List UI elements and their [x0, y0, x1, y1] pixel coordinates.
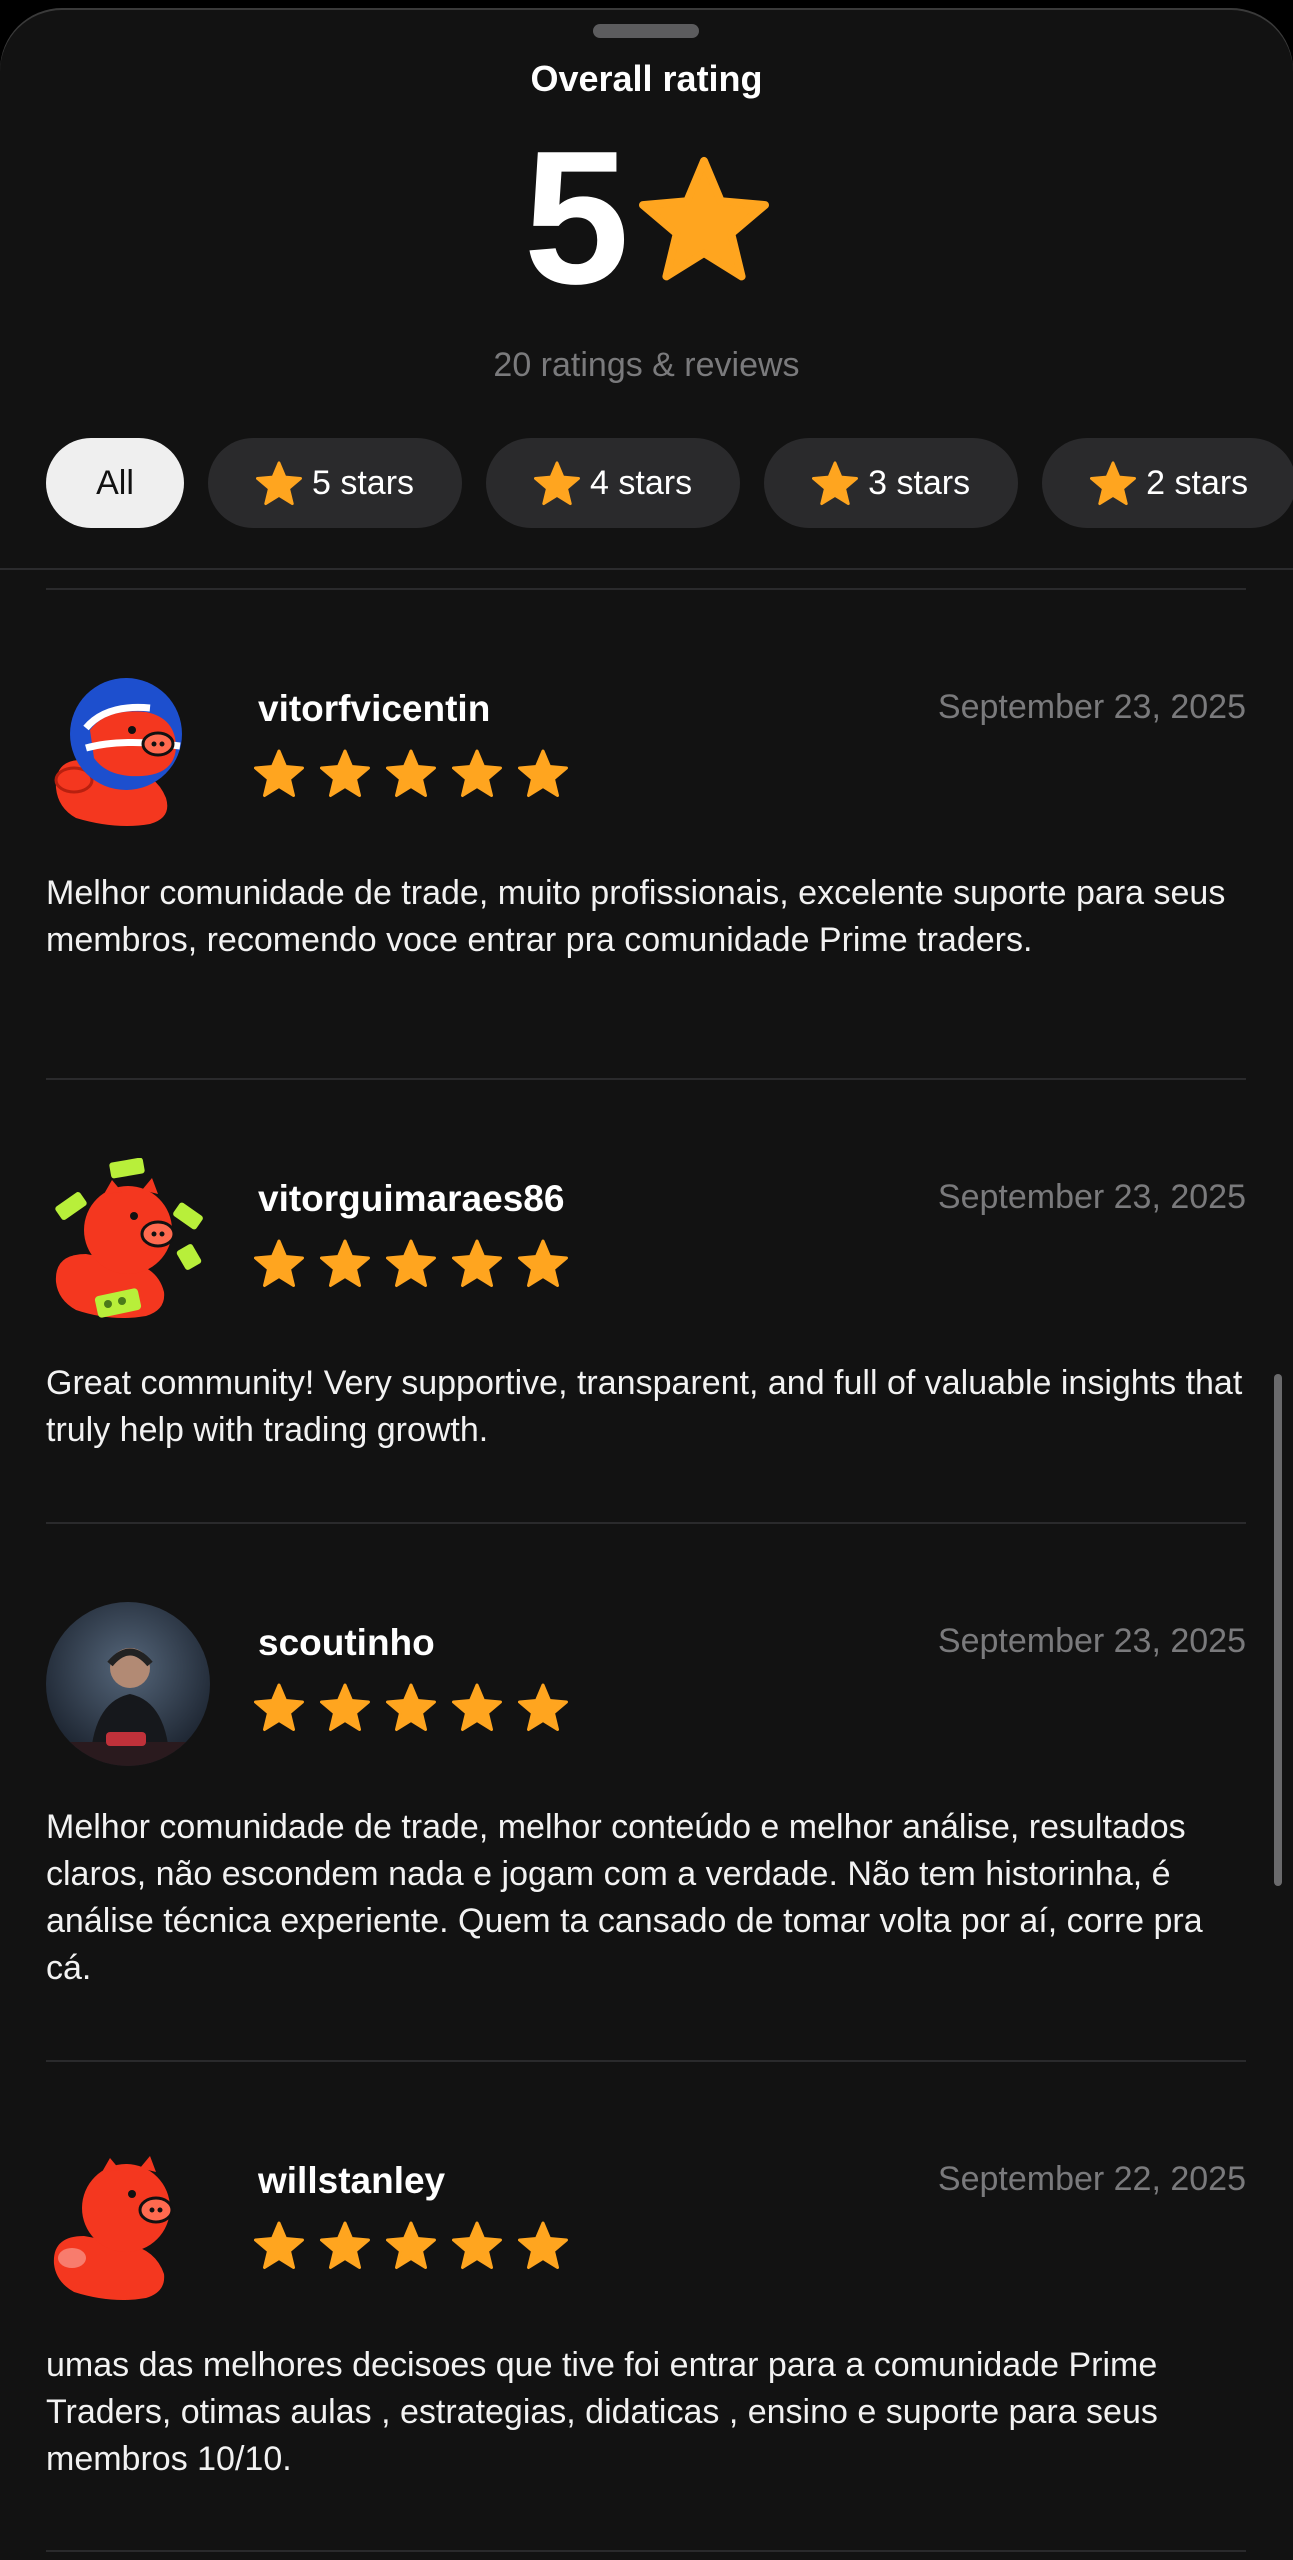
- star-icon: [452, 749, 502, 797]
- star-icon: [518, 2221, 568, 2269]
- review-divider: [46, 588, 1246, 590]
- filter-chip-label: 2 stars: [1146, 463, 1249, 502]
- review-text: Melhor comunidade de trade, muito profis…: [46, 874, 1226, 959]
- filter-chip-2-stars[interactable]: 2 stars: [1042, 438, 1293, 528]
- star-icon: [639, 153, 769, 283]
- star-icon: [320, 1239, 370, 1287]
- star-icon: [320, 1683, 370, 1731]
- filter-chip-label: 4 stars: [590, 463, 693, 502]
- star-icon: [452, 2221, 502, 2269]
- star-icon: [320, 749, 370, 797]
- star-icon: [254, 1683, 304, 1731]
- review-username: scoutinho: [258, 1622, 435, 1663]
- filter-chip-label: 3 stars: [868, 463, 971, 502]
- star-icon: [534, 461, 581, 506]
- review-item: vitorfvicentin September 23, 2025 Melhor…: [46, 668, 1246, 1008]
- star-icon: [320, 2221, 370, 2269]
- star-icon: [254, 2221, 304, 2269]
- filter-chip-4-stars[interactable]: 4 stars: [486, 438, 741, 528]
- review-star-rating: [254, 748, 568, 798]
- review-username: willstanley: [258, 2160, 446, 2201]
- sheet-grabber-handle[interactable]: [593, 24, 699, 38]
- ratings-sheet: Overall rating 5 20 ratings & reviews Al…: [0, 8, 1293, 2560]
- star-icon: [254, 749, 304, 797]
- review-divider: [46, 2550, 1246, 2552]
- star-icon: [518, 1239, 568, 1287]
- money-pig-avatar-icon: [55, 1158, 203, 1318]
- review-divider: [46, 2060, 1246, 2062]
- filter-chip-5-stars[interactable]: 5 stars: [208, 438, 463, 528]
- star-icon: [386, 1239, 436, 1287]
- star-icon: [1090, 461, 1137, 506]
- rating-filter-chips: All 5 stars 4 stars 3 stars 2 stars: [46, 438, 1293, 528]
- star-icon: [386, 749, 436, 797]
- overall-rating-display: 5: [0, 112, 1293, 324]
- review-item: vitorguimaraes86 September 23, 2025 Grea…: [46, 1158, 1246, 1458]
- ratings-count-text: 20 ratings & reviews: [493, 346, 800, 384]
- review-text: umas das melhores decisoes que tive foi …: [46, 2346, 1158, 2478]
- review-username: vitorfvicentin: [258, 688, 491, 729]
- star-icon: [386, 2221, 436, 2269]
- review-date: September 22, 2025: [937, 2160, 1246, 2198]
- review-item: scoutinho September 23, 2025 Melhor comu…: [46, 1602, 1246, 2002]
- star-icon: [518, 1683, 568, 1731]
- review-date: September 23, 2025: [937, 1178, 1246, 1216]
- star-icon: [386, 1683, 436, 1731]
- filter-chip-label: All: [96, 463, 134, 502]
- review-divider: [46, 1522, 1246, 1524]
- filter-chip-3-stars[interactable]: 3 stars: [764, 438, 1019, 528]
- star-icon: [452, 1239, 502, 1287]
- star-icon: [256, 461, 302, 506]
- overall-rating-value: 5: [523, 112, 630, 324]
- review-divider: [46, 1078, 1246, 1080]
- filter-chip-label: 5 stars: [312, 463, 415, 502]
- review-date: September 23, 2025: [937, 1622, 1246, 1660]
- review-text: Melhor comunidade de trade, melhor conte…: [46, 1808, 1203, 1987]
- review-text: Great community! Very supportive, transp…: [46, 1364, 1243, 1449]
- scrollbar[interactable]: [1274, 1374, 1282, 1886]
- photo-avatar-icon: [46, 1602, 210, 1766]
- review-date: September 23, 2025: [937, 688, 1246, 726]
- review-star-rating: [254, 1682, 568, 1732]
- header-divider: [0, 568, 1293, 570]
- filter-chip-all[interactable]: All: [46, 438, 184, 528]
- review-username: vitorguimaraes86: [258, 1178, 565, 1219]
- star-icon: [812, 461, 859, 506]
- star-icon: [452, 1683, 502, 1731]
- football-pig-avatar-icon: [54, 678, 182, 826]
- pig-avatar-icon: [53, 2156, 174, 2300]
- overall-rating-title: Overall rating: [530, 58, 763, 99]
- review-star-rating: [254, 1238, 568, 1288]
- star-icon: [518, 749, 568, 797]
- review-item: willstanley September 22, 2025 umas das …: [46, 2140, 1246, 2500]
- review-star-rating: [254, 2220, 568, 2270]
- star-icon: [254, 1239, 304, 1287]
